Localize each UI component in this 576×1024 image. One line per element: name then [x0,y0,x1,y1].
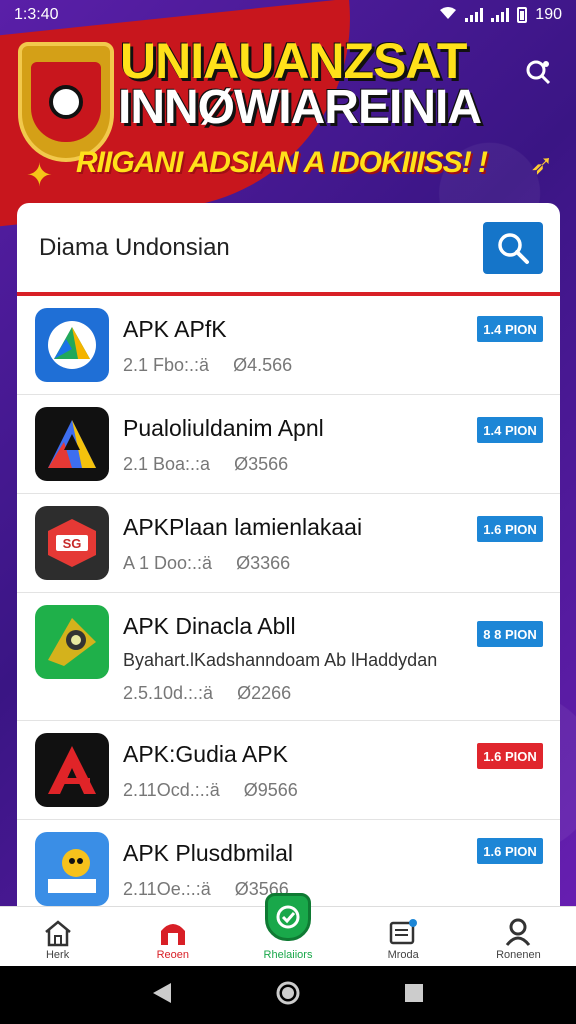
home-icon [44,920,71,947]
sun-character-icon [35,832,109,906]
home-button[interactable] [275,980,301,1011]
brush-icon: ➶ [530,149,554,180]
profile-icon [506,918,531,946]
store-icon [160,924,185,945]
download-button[interactable]: 1.4 PION [477,316,543,342]
app-description: Byahart.lKadshanndoam Ab lHaddydan [123,650,438,670]
app-downloads: Ø2266 [237,683,292,703]
red-a-logo-icon [35,733,109,807]
nav-item-store[interactable]: Reoen [115,907,230,966]
recents-icon [405,983,423,1002]
nav-label-profile: Ronenen [496,949,541,961]
signal-icon [465,8,484,22]
back-button[interactable] [151,981,173,1010]
svg-text:SG: SG [63,536,82,551]
status-icons: 190 [439,6,562,25]
app-meta: 2.1 Boa:.:a Ø3566 [123,454,542,475]
signal-icon-2 [491,8,510,22]
app-list-card: APK APfK 2.1 Fbo:.:ä Ø4.566 1.4 PION Pua… [17,203,560,963]
app-meta: A 1 Doo:.:ä Ø3366 [123,553,542,574]
nav-label-home: Herk [45,949,70,961]
back-icon [153,982,171,1003]
nav-label-store: Reoen [156,949,190,961]
app-size: 2.11Ocd.:.:ä [123,780,220,800]
list-item[interactable]: APK:Gudia APK 2.11Ocd.:.:ä Ø9566 1.6 PIO… [17,721,560,820]
app-screen: 1:3:40 190 UNIAUANZSAT INNØWIAREINIA ✦ R… [0,0,576,966]
download-button[interactable]: 1.6 PION [477,838,543,864]
download-button[interactable]: 1.6 PION [477,516,543,542]
search-bar [17,203,560,296]
search-button[interactable] [483,221,543,274]
app-downloads: Ø4.566 [233,355,293,375]
app-meta: 2.11Oe.:.:ä Ø3566 [123,879,542,900]
app-meta: 2.5.10d.:.:ä Ø2266 [123,683,542,704]
list-item[interactable]: APK Dinacla Abll Byahart.lKadshanndoam A… [17,593,560,721]
list-item[interactable]: APK APfK 2.1 Fbo:.:ä Ø4.566 1.4 PION [17,296,560,395]
app-downloads: Ø9566 [243,780,298,800]
wifi-icon [439,6,457,25]
search-icon [498,232,529,264]
camera-lens-icon [35,605,109,679]
nav-item-media[interactable]: Mroda [346,907,461,966]
battery-text: 190 [535,6,562,23]
system-navigation-bar [0,966,576,1024]
recents-button[interactable] [403,982,425,1009]
star-icon: ✦ [26,157,53,193]
red-badge-icon: SG [35,506,109,580]
download-button[interactable]: 1.6 PION [477,743,543,769]
drive-triangle-icon [35,308,109,382]
app-size: 2.1 Boa:.:a [123,454,211,474]
status-bar: 1:3:40 190 [0,0,576,30]
app-size: 2.1 Fbo:.:ä [123,355,210,375]
app-meta: 2.1 Fbo:.:ä Ø4.566 [123,355,542,376]
download-button[interactable]: 8 8 PION [477,621,543,647]
app-size: 2.5.10d.:.:ä [123,683,214,703]
banner-title-line1: UNIAUANZSAT [120,33,467,89]
banner-tagline: RIIGANI ADSIAN A IDOKIIISS! ! [76,146,488,179]
promo-banner: UNIAUANZSAT INNØWIAREINIA ✦ RIIGANI ADSI… [0,30,576,200]
nav-item-profile[interactable]: Ronenen [461,907,576,966]
delta-logo-icon [35,407,109,481]
share-icon [526,60,551,85]
garuda-emblem-icon [18,42,114,162]
list-item[interactable]: SG APKPlaan lamienlakaai A 1 Doo:.:ä Ø33… [17,494,560,593]
shield-check-icon [265,893,311,941]
search-input[interactable] [39,233,439,262]
list-item[interactable]: Pualoliuldanim Apnl 2.1 Boa:.:a Ø3566 1.… [17,395,560,494]
app-downloads: Ø3566 [234,454,289,474]
nav-label-protect: Rhelaiiors [263,949,313,961]
app-list: APK APfK 2.1 Fbo:.:ä Ø4.566 1.4 PION Pua… [17,296,560,919]
app-size: A 1 Doo:.:ä [123,553,213,573]
nav-label-media: Mroda [387,949,419,961]
status-time: 1:3:40 [14,6,59,23]
bottom-navigation: Herk Reoen Rhelaiiors Mroda Ronenen [0,893,576,966]
banner-title-line2: INNØWIAREINIA [118,81,482,134]
nav-item-protect[interactable]: Rhelaiiors [230,893,345,966]
home-circle-icon [276,981,300,1004]
media-icon [389,919,418,945]
battery-icon [517,7,528,23]
app-size: 2.11Oe.:.:ä [123,879,211,899]
app-meta: 2.11Ocd.:.:ä Ø9566 [123,780,542,801]
app-downloads: Ø3366 [236,553,291,573]
download-button[interactable]: 1.4 PION [477,417,543,443]
share-button[interactable] [520,54,556,90]
nav-item-home[interactable]: Herk [0,907,115,966]
